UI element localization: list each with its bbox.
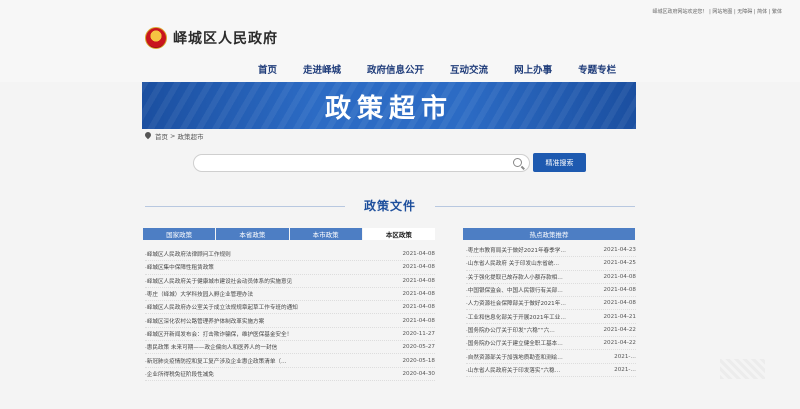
item-title[interactable]: ·关于强化提取已故存款人小额存款相… <box>466 273 596 281</box>
tab-provincial[interactable]: 本省政策 <box>216 228 289 240</box>
list-item[interactable]: ·中国银保监会、中国人民银行有关部… 2021-04-08 <box>466 284 636 298</box>
item-date: 2021-04-08 <box>402 264 435 271</box>
hot-policy-list: ·枣庄市教育局关于做好2021年春季学… 2021-04-23 ·山东省人民政府 … <box>466 244 636 377</box>
item-date: 2021-… <box>614 353 636 360</box>
list-item[interactable]: ·枣庄（峄城）大学科技园入孵企业管理办法 2021-04-08 <box>145 288 435 302</box>
item-title[interactable]: ·中国银保监会、中国人民银行有关部… <box>466 286 596 294</box>
item-title[interactable]: ·枣庄市教育局关于做好2021年春季学… <box>466 246 596 254</box>
list-item[interactable]: ·枣庄市教育局关于做好2021年春季学… 2021-04-23 <box>466 244 636 258</box>
breadcrumb-separator: > <box>170 132 176 140</box>
item-title[interactable]: ·人力资源社会保障部关于做好2021年… <box>466 299 596 307</box>
site-header: 峄城区政府网站欢迎您！ | 网站地图 | 无障碍 | 简体 | 繁体 峄城区人民… <box>0 0 800 82</box>
item-date: 2021-04-22 <box>603 340 636 347</box>
item-date: 2021-04-08 <box>603 273 636 280</box>
list-item[interactable]: ·山东省人民政府 关于印发山东省统… 2021-04-25 <box>466 257 636 271</box>
item-title[interactable]: ·峄城区人民政府关于健康城市建设社会动员体系的实施意见 <box>145 277 393 285</box>
item-date: 2020-11-27 <box>402 330 435 337</box>
list-item[interactable]: ·峄城区集中保障性租赁政策 2021-04-08 <box>145 261 435 275</box>
item-title[interactable]: ·国务院办公厅关于印发“六稳”“六… <box>466 326 596 334</box>
search-button[interactable]: 精准搜索 <box>533 153 586 172</box>
item-title[interactable]: ·峄城区深化农村公路管理养护体制改革实施方案 <box>145 317 393 325</box>
nav-item-home[interactable]: 首页 <box>258 62 277 76</box>
breadcrumb-home[interactable]: 首页 <box>155 131 168 141</box>
item-title[interactable]: ·新冠肺炎疫情防控和复工复产涉及企业惠企政策清单（… <box>145 357 393 365</box>
search-icon[interactable] <box>513 158 522 167</box>
item-date: 2021-04-08 <box>603 300 636 307</box>
banner: 政策超市 <box>142 82 636 129</box>
search-input[interactable] <box>193 154 530 172</box>
item-title[interactable]: ·峄城区集中保障性租赁政策 <box>145 263 393 271</box>
item-title[interactable]: ·惠民政策 未来可期——政企偏向人和医养人的一封信 <box>145 343 393 351</box>
location-pin-icon <box>145 132 151 140</box>
tab-district[interactable]: 本区政策 <box>362 228 435 240</box>
nav-item-topics[interactable]: 专题专栏 <box>578 62 616 76</box>
nav-item-interaction[interactable]: 互动交流 <box>450 62 488 76</box>
list-item[interactable]: ·峄城区人民政府关于健康城市建设社会动员体系的实施意见 2021-04-08 <box>145 275 435 288</box>
item-title[interactable]: ·峄城区开新闻发布会：打击欺诈骗保，维护医保基金安全！ <box>145 330 393 338</box>
item-date: 2021-04-08 <box>402 291 435 298</box>
list-item[interactable]: ·人力资源社会保障部关于做好2021年… 2021-04-08 <box>466 297 636 311</box>
item-date: 2021-04-08 <box>603 287 636 294</box>
top-utility-links[interactable]: 峄城区政府网站欢迎您！ | 网站地图 | 无障碍 | 简体 | 繁体 <box>653 8 782 15</box>
item-date: 2020-04-30 <box>402 370 435 377</box>
title-divider-right <box>435 206 635 207</box>
item-date: 2021-04-08 <box>402 304 435 311</box>
item-date: 2021-04-08 <box>402 317 435 324</box>
national-emblem-icon <box>145 27 167 49</box>
list-item[interactable]: ·企业所得税免征阶段性减免 2020-04-30 <box>145 368 435 381</box>
list-item[interactable]: ·工业和信息化部关于开展2021年工业… 2021-04-21 <box>466 310 636 324</box>
item-title[interactable]: ·峄城区人民政府办公室关于成立法规规章起草工作专班的通知 <box>145 303 393 311</box>
list-item[interactable]: ·山东省人民政府关于印发落实“六稳… 2021-… <box>466 364 636 377</box>
policy-tabs: 国家政策 本省政策 本市政策 本区政策 <box>143 228 435 240</box>
list-item[interactable]: ·关于强化提取已故存款人小额存款相… 2021-04-08 <box>466 271 636 284</box>
item-date: 2021-04-21 <box>603 313 636 320</box>
list-item[interactable]: ·峄城区人民政府法律顾问工作规则 2021-04-08 <box>145 248 435 262</box>
list-item[interactable]: ·国务院办公厅关于建立健全职工基本… 2021-04-22 <box>466 337 636 351</box>
item-title[interactable]: ·山东省人民政府 关于印发山东省统… <box>466 259 596 267</box>
list-item[interactable]: ·惠民政策 未来可期——政企偏向人和医养人的一封信 2020-05-27 <box>145 341 435 355</box>
item-title[interactable]: ·企业所得税免征阶段性减免 <box>145 370 393 378</box>
item-date: 2020-05-18 <box>402 357 435 364</box>
list-item[interactable]: ·新冠肺炎疫情防控和复工复产涉及企业惠企政策清单（… 2020-05-18 <box>145 354 435 368</box>
list-item[interactable]: ·峄城区人民政府办公室关于成立法规规章起草工作专班的通知 2021-04-08 <box>145 301 435 315</box>
breadcrumb-current: 政策超市 <box>177 133 204 141</box>
nav-item-about[interactable]: 走进峄城 <box>303 62 341 76</box>
nav-item-disclosure[interactable]: 政府信息公开 <box>367 62 424 76</box>
banner-title: 政策超市 <box>324 94 453 124</box>
item-title[interactable]: ·国务院办公厅关于建立健全职工基本… <box>466 339 596 347</box>
item-title[interactable]: ·自然资源部关于加强地质勘查和测绘… <box>466 353 596 361</box>
item-date: 2021-04-25 <box>603 260 636 267</box>
item-date: 2021-… <box>614 366 636 373</box>
section-title: 政策文件 <box>363 199 416 213</box>
list-item[interactable]: ·自然资源部关于加强地质勘查和测绘… 2021-… <box>466 350 636 364</box>
item-date: 2021-04-22 <box>603 326 636 333</box>
item-title[interactable]: ·山东省人民政府关于印发落实“六稳… <box>466 366 596 374</box>
list-item[interactable]: ·峄城区深化农村公路管理养护体制改革实施方案 2021-04-08 <box>145 314 435 328</box>
policy-list: ·峄城区人民政府法律顾问工作规则 2021-04-08 ·峄城区集中保障性租赁政策… <box>145 248 435 381</box>
tab-municipal[interactable]: 本市政策 <box>289 228 362 240</box>
nav-item-services[interactable]: 网上办事 <box>514 62 552 76</box>
site-name: 峄城区人民政府 <box>173 31 278 47</box>
item-title[interactable]: ·峄城区人民政府法律顾问工作规则 <box>145 250 393 258</box>
item-date: 2021-04-08 <box>402 251 435 258</box>
item-title[interactable]: ·枣庄（峄城）大学科技园入孵企业管理办法 <box>145 290 393 298</box>
list-item[interactable]: ·国务院办公厅关于印发“六稳”“六… 2021-04-22 <box>466 324 636 338</box>
hot-policy-header: 热点政策推荐 <box>463 228 635 240</box>
watermark-image <box>720 359 765 379</box>
breadcrumb: 首页 > 政策超市 <box>145 131 203 141</box>
tab-national[interactable]: 国家政策 <box>143 228 216 240</box>
item-date: 2021-04-23 <box>603 247 636 254</box>
site-logo[interactable]: 峄城区人民政府 <box>145 27 278 49</box>
item-title[interactable]: ·工业和信息化部关于开展2021年工业… <box>466 313 596 321</box>
item-date: 2021-04-08 <box>402 277 435 284</box>
item-date: 2020-05-27 <box>402 344 435 351</box>
main-nav: 首页 走进峄城 政府信息公开 互动交流 网上办事 专题专栏 <box>258 62 642 76</box>
list-item[interactable]: ·峄城区开新闻发布会：打击欺诈骗保，维护医保基金安全！ 2020-11-27 <box>145 328 435 342</box>
